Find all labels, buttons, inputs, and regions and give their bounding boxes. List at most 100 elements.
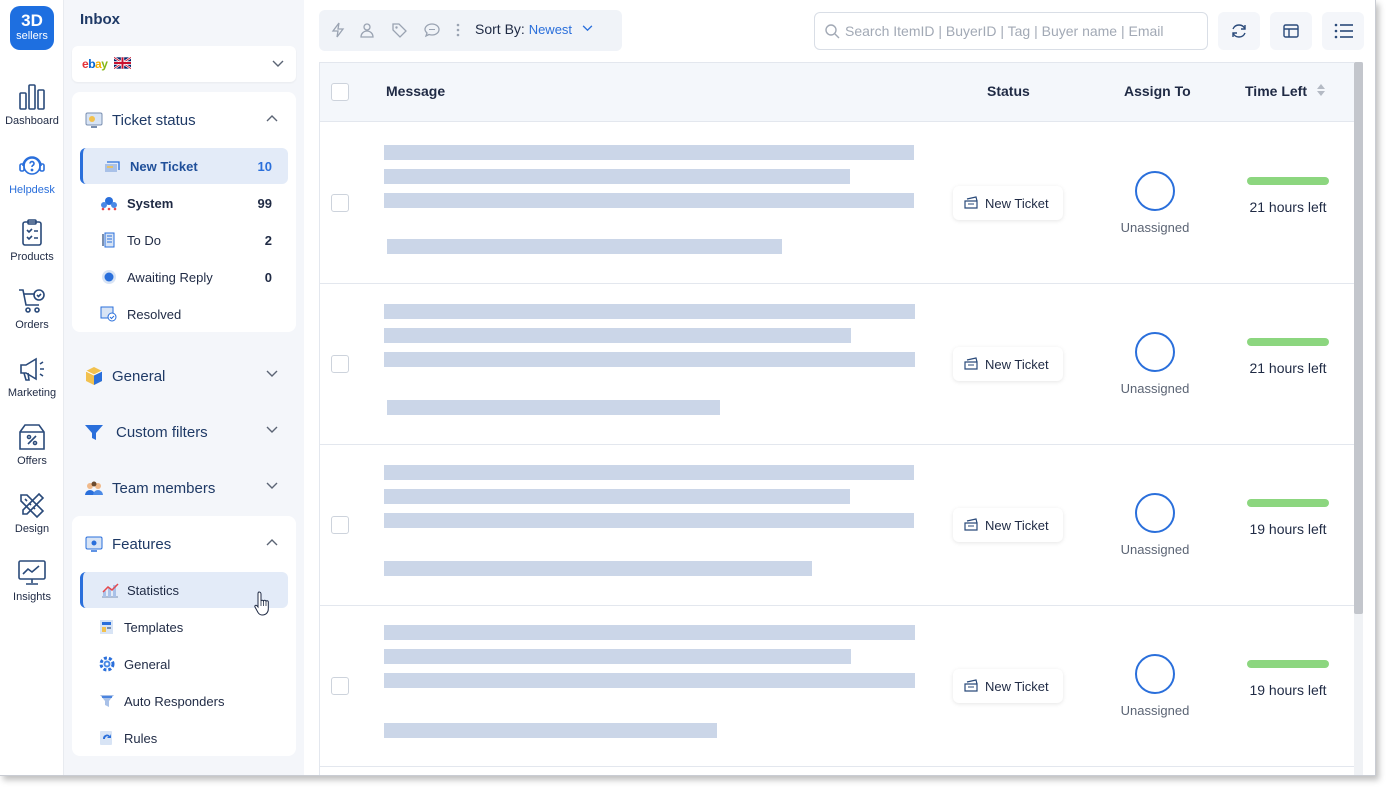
- feature-general[interactable]: General: [80, 646, 288, 682]
- row-checkbox[interactable]: [331, 677, 349, 695]
- message-placeholder: [384, 169, 850, 184]
- nav-offers[interactable]: Offers: [0, 423, 64, 483]
- bar-chart-icon: [19, 84, 45, 110]
- refresh-button[interactable]: [1218, 12, 1260, 50]
- row-checkbox[interactable]: [331, 355, 349, 373]
- nav-design[interactable]: Design: [0, 491, 64, 551]
- filter-new-ticket[interactable]: New Ticket 10: [80, 148, 288, 184]
- nav-products[interactable]: Products: [0, 219, 64, 279]
- message-placeholder: [384, 328, 851, 343]
- nav-helpdesk[interactable]: Helpdesk: [0, 146, 64, 212]
- time-left-label: 19 hours left: [1249, 521, 1327, 537]
- status-badge[interactable]: New Ticket: [953, 186, 1063, 220]
- filter-count: 10: [257, 159, 272, 174]
- column-message: Message: [386, 83, 446, 99]
- nav-dashboard[interactable]: Dashboard: [0, 83, 64, 143]
- nav-marketing[interactable]: Marketing: [0, 355, 64, 415]
- assignee-avatar[interactable]: [1135, 654, 1175, 694]
- new-ticket-icon: [105, 161, 120, 172]
- table-row[interactable]: New Ticket Unassigned 19 hours left: [320, 445, 1354, 606]
- time-left-label: 19 hours left: [1249, 682, 1327, 698]
- uk-flag-icon: [114, 57, 131, 69]
- table-row[interactable]: New Ticket Unassigned 21 hours left: [320, 123, 1354, 284]
- app-window: 3D sellers Dashboard Helpdesk Products O…: [0, 0, 1376, 776]
- rules-icon: [100, 731, 112, 745]
- nav-label: Products: [10, 251, 54, 263]
- status-badge[interactable]: New Ticket: [953, 669, 1063, 703]
- message-placeholder: [384, 561, 812, 576]
- helpdesk-icon: [19, 156, 45, 175]
- status-label: New Ticket: [985, 679, 1049, 694]
- chevron-down-icon: [266, 370, 278, 377]
- table-row[interactable]: New Ticket Unassigned 19 hours left: [320, 606, 1354, 767]
- nav-label: Design: [14, 523, 50, 535]
- message-placeholder: [384, 625, 915, 640]
- chevron-up-icon: [266, 115, 278, 122]
- filter-count: 0: [264, 270, 272, 285]
- custom-filters-header[interactable]: Custom filters: [72, 412, 296, 452]
- filter-system[interactable]: System 99: [80, 185, 288, 221]
- hand-cursor-icon: [254, 591, 269, 616]
- select-all-checkbox[interactable]: [331, 83, 349, 101]
- status-badge[interactable]: New Ticket: [953, 508, 1063, 542]
- features-header[interactable]: Features: [72, 524, 296, 564]
- ticket-status-header[interactable]: Ticket status: [72, 100, 296, 140]
- feature-auto-responders[interactable]: Auto Responders: [80, 683, 288, 719]
- sidebar-title: Inbox: [80, 11, 120, 28]
- team-members-header[interactable]: Team members: [72, 468, 296, 508]
- sort-value: Newest: [528, 22, 573, 37]
- filter-awaiting-reply[interactable]: Awaiting Reply 0: [80, 259, 288, 295]
- table-scrollbar[interactable]: [1354, 62, 1363, 775]
- sort-dropdown[interactable]: Sort By: Newest: [475, 21, 593, 37]
- filter-count: 2: [264, 233, 272, 248]
- status-badge[interactable]: New Ticket: [953, 347, 1063, 381]
- nav-label: Orders: [15, 319, 49, 331]
- row-checkbox[interactable]: [331, 194, 349, 212]
- assignee-label: Unassigned: [1120, 381, 1190, 396]
- nav-label: Marketing: [7, 387, 57, 399]
- chevron-down-icon: [272, 60, 284, 67]
- scrollbar-thumb[interactable]: [1354, 62, 1363, 614]
- monitor-chart-icon: [18, 560, 46, 585]
- section-title: Ticket status: [112, 112, 196, 129]
- layout-toggle-button[interactable]: [1270, 12, 1312, 50]
- search-input[interactable]: [845, 21, 1195, 41]
- feature-rules[interactable]: Rules: [80, 720, 288, 756]
- column-time-left[interactable]: Time Left: [1245, 83, 1326, 99]
- app-logo[interactable]: 3D sellers: [10, 6, 54, 50]
- section-title: Custom filters: [116, 424, 208, 441]
- team-icon: [85, 481, 103, 495]
- user-icon[interactable]: [360, 22, 374, 38]
- filter-to-do[interactable]: To Do 2: [80, 222, 288, 258]
- row-checkbox[interactable]: [331, 516, 349, 534]
- ticket-icon: [964, 357, 978, 370]
- assignee-avatar[interactable]: [1135, 171, 1175, 211]
- list-icon: [1334, 23, 1353, 39]
- table-row[interactable]: New Ticket Unassigned 21 hours left: [320, 284, 1354, 445]
- nav-label: Helpdesk: [9, 184, 55, 196]
- tag-icon[interactable]: [391, 22, 407, 38]
- assignee-avatar[interactable]: [1135, 332, 1175, 372]
- cart-icon: [19, 289, 45, 313]
- general-section-header[interactable]: General: [72, 356, 296, 396]
- column-label: Time Left: [1245, 83, 1307, 99]
- message-placeholder: [384, 723, 717, 738]
- assignee-avatar[interactable]: [1135, 493, 1175, 533]
- column-assign-to: Assign To: [1124, 83, 1191, 99]
- nav-orders[interactable]: Orders: [0, 287, 64, 347]
- marketplace-select[interactable]: ebay: [72, 46, 296, 82]
- feature-label: General: [124, 657, 171, 672]
- filter-resolved[interactable]: Resolved: [80, 296, 288, 332]
- comment-icon[interactable]: [424, 22, 440, 38]
- nav-label: Dashboard: [5, 115, 59, 127]
- list-view-button[interactable]: [1322, 12, 1364, 50]
- feature-label: Auto Responders: [124, 694, 225, 709]
- more-vertical-icon[interactable]: [455, 22, 461, 38]
- ticket-icon: [964, 196, 978, 209]
- lightning-icon[interactable]: [331, 22, 345, 38]
- assignee-label: Unassigned: [1120, 220, 1190, 235]
- message-placeholder: [384, 649, 851, 664]
- inbox-sidebar: Inbox ebay Ticket status New Ticket 10 S…: [64, 0, 304, 775]
- nav-insights[interactable]: Insights: [0, 559, 64, 619]
- message-placeholder: [384, 673, 915, 688]
